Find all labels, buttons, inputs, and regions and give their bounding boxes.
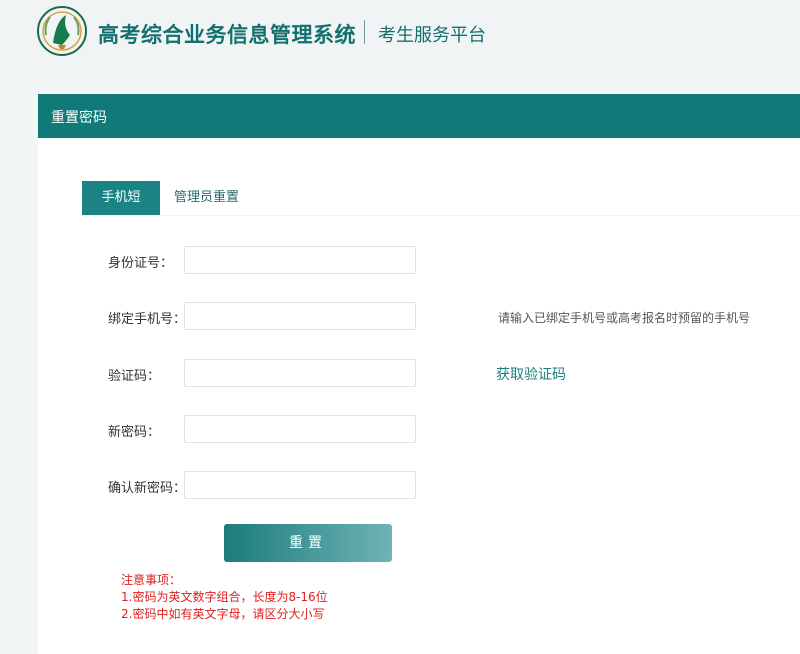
reset-password-card: 重置密码 手机短信 管理员重置 身份证号： 绑定手机号： 请输入已绑定手机号或高…	[38, 94, 800, 654]
confirm-password-label: 确认新密码：	[108, 481, 187, 496]
system-title: 高考综合业务信息管理系统	[98, 23, 356, 47]
notes-title: 注意事项：	[121, 573, 182, 587]
new-password-input[interactable]	[184, 415, 416, 443]
code-label: 验证码：	[108, 369, 161, 384]
reset-button[interactable]: 重置	[224, 524, 392, 562]
card-title: 重置密码	[51, 110, 107, 126]
platform-subtitle: 考生服务平台	[378, 25, 486, 46]
new-password-label: 新密码：	[108, 425, 161, 440]
phone-label: 绑定手机号：	[108, 312, 187, 327]
card-header: 重置密码	[38, 94, 800, 138]
tab-bar: 手机短信 管理员重置	[82, 181, 800, 239]
tab-admin-reset[interactable]: 管理员重置	[160, 181, 253, 215]
id-number-input[interactable]	[184, 246, 416, 274]
school-emblem-icon	[37, 6, 87, 56]
get-code-link[interactable]: 获取验证码	[496, 364, 566, 384]
id-number-label: 身份证号：	[108, 256, 174, 271]
tab-sms[interactable]: 手机短信	[82, 181, 160, 239]
notes-block: 注意事项： 1.密码为英文数字组合，长度为8-16位 2.密码中如有英文字母，请…	[121, 572, 328, 623]
top-header: 高考综合业务信息管理系统 考生服务平台	[0, 0, 800, 66]
confirm-password-input[interactable]	[184, 471, 416, 499]
note-item: 1.密码为英文数字组合，长度为8-16位	[121, 590, 328, 604]
header-divider	[364, 20, 365, 44]
note-item: 2.密码中如有英文字母，请区分大小写	[121, 607, 325, 621]
phone-hint: 请输入已绑定手机号或高考报名时预留的手机号	[498, 311, 751, 325]
code-input[interactable]	[184, 359, 416, 387]
phone-input[interactable]	[184, 302, 416, 330]
